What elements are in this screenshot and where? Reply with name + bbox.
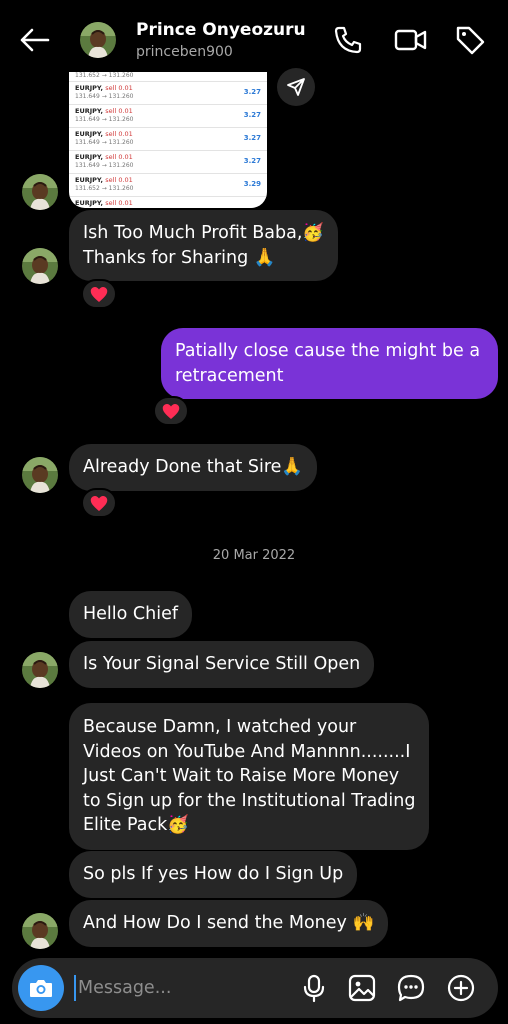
microphone-icon[interactable]: [299, 973, 329, 1003]
heart-icon: [90, 286, 108, 303]
message-bubble[interactable]: Already Done that Sire🙏: [69, 444, 318, 491]
date-separator: 20 Mar 2022: [212, 548, 296, 563]
trade-row: 131.652 → 131.260: [69, 72, 267, 82]
trade-row: EURJPY, sell 0.01 131.649 → 131.260 3.27: [69, 128, 267, 151]
heart-reaction[interactable]: [81, 279, 117, 309]
header-avatar[interactable]: [80, 22, 116, 58]
video-call-icon[interactable]: [394, 24, 427, 56]
trade-row: EURJPY, sell 0.01 131.649 → 131.260 3.27: [69, 105, 267, 128]
back-arrow-icon[interactable]: [18, 26, 52, 54]
message-bubble[interactable]: And How Do I send the Money 🙌: [69, 900, 389, 947]
message-bubble[interactable]: Is Your Signal Service Still Open: [69, 641, 375, 688]
message-bubble[interactable]: So pls If yes How do I Sign Up: [69, 851, 358, 898]
avatar[interactable]: [22, 248, 58, 284]
contact-username[interactable]: princeben900: [136, 44, 233, 60]
heart-icon: [162, 403, 180, 420]
message-bubble[interactable]: Because Damn, I watched your Videos on Y…: [69, 703, 430, 850]
tag-icon[interactable]: [454, 24, 486, 56]
sticker-chat-icon[interactable]: [396, 973, 426, 1003]
heart-icon: [90, 495, 108, 512]
message-bubble[interactable]: Hello Chief: [69, 591, 193, 638]
heart-reaction[interactable]: [81, 488, 117, 518]
camera-button[interactable]: [18, 965, 64, 1011]
avatar[interactable]: [22, 174, 58, 210]
send-icon[interactable]: [277, 68, 315, 106]
message-bubble-outgoing[interactable]: Patially close cause the might be a retr…: [161, 328, 498, 399]
shared-screenshot[interactable]: 131.652 → 131.260 EURJPY, sell 0.01 131.…: [69, 72, 267, 208]
avatar[interactable]: [22, 652, 58, 688]
message-composer: [12, 958, 498, 1018]
heart-reaction[interactable]: [153, 396, 189, 426]
avatar[interactable]: [22, 457, 58, 493]
message-input[interactable]: [74, 975, 274, 1001]
chat-header: Prince Onyeozuru princeben900: [0, 0, 508, 80]
trade-row: EURJPY, sell 0.01 131.649 → 131.260 3.27: [69, 82, 267, 105]
camera-icon: [30, 980, 52, 997]
trade-row: EURJPY, sell 0.01 131.652 → 131.260 3.29: [69, 174, 267, 197]
image-icon[interactable]: [347, 973, 377, 1003]
trade-row: EURJPY, sell 0.01: [75, 199, 133, 207]
phone-icon[interactable]: [332, 24, 364, 56]
message-bubble[interactable]: Ish Too Much Profit Baba,🥳 Thanks for Sh…: [69, 210, 339, 281]
trade-row: EURJPY, sell 0.01 131.649 → 131.260 3.27: [69, 151, 267, 174]
contact-name[interactable]: Prince Onyeozuru: [136, 20, 306, 40]
plus-circle-icon[interactable]: [446, 973, 476, 1003]
avatar[interactable]: [22, 913, 58, 949]
